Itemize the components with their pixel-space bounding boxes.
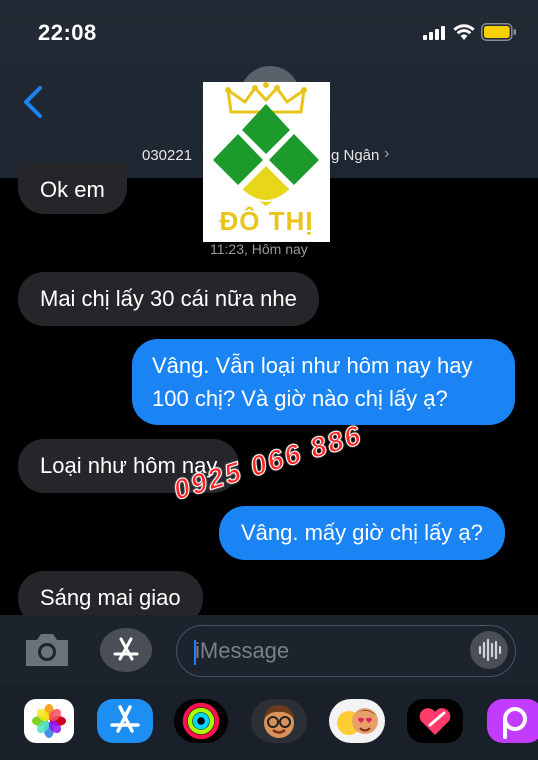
contact-chevron-icon[interactable]: › bbox=[384, 145, 389, 163]
do-thi-logo: ĐÔ THỊ bbox=[203, 82, 330, 242]
message-bubble-outgoing[interactable]: Vâng. Vẫn loại như hôm nay hay 100 chị? … bbox=[132, 339, 515, 425]
contact-name[interactable]: 030221 bbox=[142, 147, 192, 164]
status-time: 22:08 bbox=[38, 20, 97, 45]
memoji-app[interactable] bbox=[250, 699, 308, 743]
picsart-icon bbox=[487, 699, 538, 743]
message-bubble-outgoing[interactable]: Vâng. mấy giờ chị lấy ạ? bbox=[219, 506, 505, 560]
photos-app[interactable] bbox=[20, 699, 78, 743]
camera-icon[interactable] bbox=[22, 630, 72, 670]
app-store-icon bbox=[97, 699, 153, 743]
app-store-app[interactable] bbox=[96, 699, 154, 743]
digital-touch-icon bbox=[407, 699, 463, 743]
picsart-app[interactable] bbox=[486, 699, 538, 743]
photos-icon bbox=[24, 699, 74, 743]
memoji-stickers-icon bbox=[329, 699, 385, 743]
digital-touch-app[interactable] bbox=[406, 699, 464, 743]
battery-icon bbox=[481, 23, 516, 41]
back-chevron-icon[interactable] bbox=[18, 82, 48, 122]
contact-name-tail[interactable]: g Ngân bbox=[331, 147, 379, 164]
audio-message-button[interactable] bbox=[470, 631, 508, 669]
waveform-icon bbox=[478, 638, 502, 662]
message-input[interactable]: iMessage bbox=[176, 625, 516, 677]
wifi-icon bbox=[453, 24, 475, 40]
status-bar: 22:08 bbox=[0, 0, 538, 64]
message-input-placeholder: iMessage bbox=[195, 638, 290, 663]
app-store-icon bbox=[113, 637, 139, 661]
cellular-signal-icon bbox=[423, 26, 447, 40]
activity-icon bbox=[174, 699, 228, 743]
message-bubble-incoming[interactable]: Ok em bbox=[18, 162, 127, 214]
memoji-icon bbox=[251, 699, 307, 743]
memoji-stickers-app[interactable] bbox=[328, 699, 386, 743]
message-timestamp: 11:23, Hôm nay bbox=[210, 241, 308, 257]
app-store-button[interactable] bbox=[100, 628, 152, 672]
activity-app[interactable] bbox=[172, 699, 230, 743]
logo-text: ĐÔ THỊ bbox=[219, 206, 314, 236]
message-bubble-incoming[interactable]: Mai chị lấy 30 cái nữa nhe bbox=[18, 272, 319, 326]
